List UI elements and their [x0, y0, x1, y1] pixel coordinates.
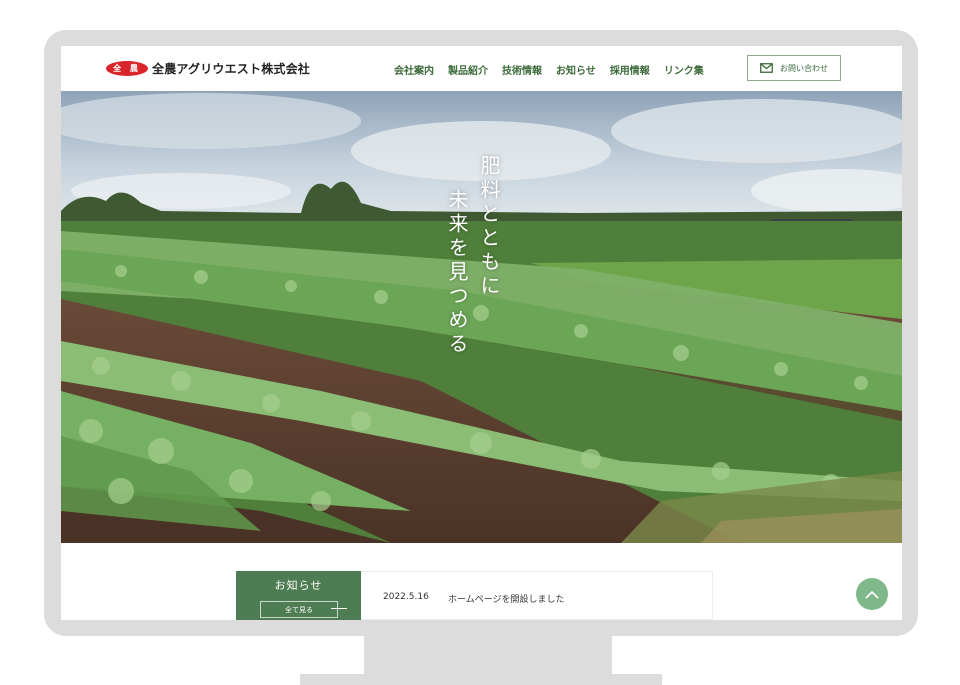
main-nav: 会社案内 製品紹介 技術情報 お知らせ 採用情報 リンク集: [394, 62, 718, 77]
hero-image: 肥料とともに 未来を見つめる: [61, 91, 902, 543]
news-item[interactable]: 2022.5.16 ホームページを開設しました: [361, 571, 713, 620]
tagline-line-1: 肥料とともに: [477, 155, 501, 299]
mail-icon: [760, 63, 773, 73]
chevron-up-icon: [865, 590, 879, 599]
view-all-label: 全て見る: [285, 605, 313, 614]
view-all-news-button[interactable]: 全て見る: [260, 601, 347, 618]
nav-company[interactable]: 会社案内: [394, 62, 434, 77]
nav-news[interactable]: お知らせ: [556, 62, 596, 77]
news-headline[interactable]: ホームページを開設しました: [448, 592, 565, 605]
contact-button[interactable]: お問い合わせ: [747, 55, 841, 81]
nav-technical[interactable]: 技術情報: [502, 62, 542, 77]
nav-products[interactable]: 製品紹介: [448, 62, 488, 77]
website-screen: 全 農 全農アグリウエスト株式会社 会社案内 製品紹介 技術情報 お知らせ 採用…: [61, 46, 902, 620]
news-date: 2022.5.16: [383, 592, 429, 602]
site-header: 全 農 全農アグリウエスト株式会社 会社案内 製品紹介 技術情報 お知らせ 採用…: [61, 46, 902, 92]
monitor-stand: [364, 636, 612, 674]
monitor-stand-base: [300, 674, 662, 685]
arrow-right-icon: [331, 608, 347, 609]
tagline-line-2: 未来を見つめる: [445, 189, 469, 357]
back-to-top-button[interactable]: [856, 578, 888, 610]
nav-links[interactable]: リンク集: [664, 62, 704, 77]
hero-tagline: 肥料とともに 未来を見つめる: [445, 155, 506, 455]
news-title: お知らせ: [274, 579, 323, 592]
site-logo[interactable]: 全 農 全農アグリウエスト株式会社: [106, 60, 310, 76]
news-label-box: お知らせ 全て見る: [236, 571, 361, 620]
contact-label: お問い合わせ: [780, 63, 828, 73]
zennoh-logo-mark: 全 農: [106, 60, 148, 76]
nav-recruit[interactable]: 採用情報: [610, 62, 650, 77]
news-section: お知らせ 全て見る 2022.5.16 ホームページを開設しました: [61, 543, 902, 620]
company-name: 全農アグリウエスト株式会社: [152, 61, 311, 76]
